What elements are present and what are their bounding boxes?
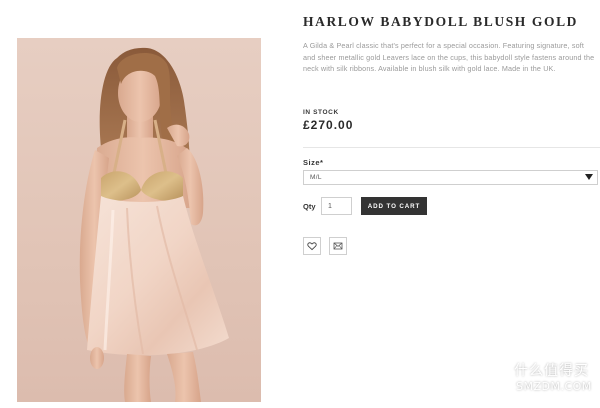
heart-icon [307, 242, 317, 251]
smzdm-logo-icon: 值 [475, 361, 507, 393]
qty-label: Qty [303, 202, 316, 211]
add-to-cart-button[interactable]: ADD TO CART [361, 197, 427, 215]
divider [303, 147, 600, 148]
wishlist-button[interactable] [303, 237, 321, 255]
chevron-down-icon [585, 174, 593, 180]
product-title: HARLOW BABYDOLL BLUSH GOLD [303, 14, 579, 29]
size-selected-value: M/L [310, 174, 322, 181]
product-price: £270.00 [303, 118, 354, 132]
required-mark: * [320, 158, 324, 167]
email-button[interactable] [329, 237, 347, 255]
qty-input[interactable] [321, 197, 352, 215]
watermark-logo-char: 值 [483, 369, 498, 387]
size-label: Size* [303, 158, 323, 167]
product-info: HARLOW BABYDOLL BLUSH GOLD A Gilda & Pea… [303, 14, 600, 255]
product-image[interactable] [17, 38, 261, 402]
stock-status: IN STOCK [303, 109, 339, 116]
watermark-cn-text: 什么值得买 [514, 363, 589, 379]
watermark-en-text: SMZDM.COM [516, 380, 592, 393]
product-description: A Gilda & Pearl classic that's perfect f… [303, 41, 595, 74]
size-label-text: Size [303, 158, 321, 167]
size-select[interactable]: M/L [303, 170, 598, 185]
product-photo-illustration [79, 47, 229, 402]
envelope-icon [333, 242, 343, 250]
site-watermark: 值 什么值得买 SMZDM.COM [474, 356, 596, 402]
